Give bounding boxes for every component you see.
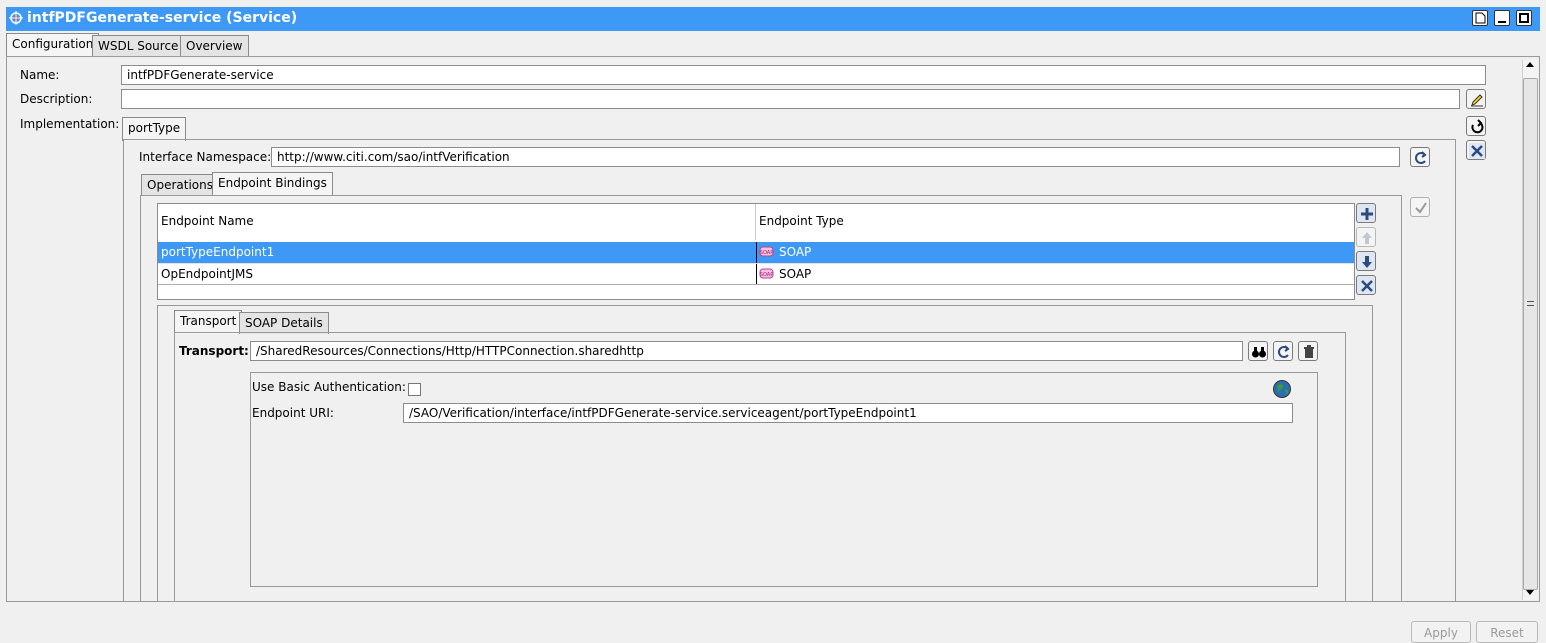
detach-button[interactable] bbox=[1472, 10, 1488, 26]
go-to-transport-button[interactable] bbox=[1273, 341, 1293, 361]
globe-button[interactable] bbox=[1272, 379, 1292, 399]
move-down-button[interactable] bbox=[1356, 251, 1376, 271]
column-header-endpoint-name[interactable]: Endpoint Name bbox=[158, 204, 756, 240]
undo-icon bbox=[1471, 119, 1484, 134]
maximize-icon bbox=[1519, 13, 1529, 23]
refresh-icon bbox=[1415, 151, 1427, 164]
soap-icon: SOAP bbox=[759, 268, 774, 279]
basic-auth-checkbox[interactable] bbox=[408, 383, 421, 396]
endpoint-name-cell: portTypeEndpoint1 bbox=[161, 245, 275, 259]
arrow-up-icon bbox=[1362, 232, 1372, 244]
minimize-icon bbox=[1498, 21, 1506, 23]
tab-soap-details[interactable]: SOAP Details bbox=[239, 312, 329, 334]
plus-icon bbox=[1361, 208, 1373, 220]
svg-text:SOAP: SOAP bbox=[760, 272, 773, 278]
namespace-refresh-button[interactable] bbox=[1410, 147, 1430, 167]
endpoints-table: Endpoint Name Endpoint Type portTypeEndp… bbox=[157, 203, 1355, 300]
name-label: Name: bbox=[20, 68, 60, 82]
endpoint-uri-field[interactable]: /SAO/Verification/interface/intfPDFGener… bbox=[403, 403, 1293, 423]
description-label: Description: bbox=[20, 92, 93, 106]
svg-text:SOAP: SOAP bbox=[760, 250, 773, 256]
interface-namespace-field[interactable]: http://www.citi.com/sao/intfVerification bbox=[271, 147, 1400, 167]
tab-operations[interactable]: Operations bbox=[141, 174, 219, 196]
description-field[interactable] bbox=[121, 89, 1460, 109]
trash-icon bbox=[1304, 345, 1314, 358]
arrow-down-icon bbox=[1362, 256, 1372, 268]
move-up-button[interactable] bbox=[1356, 227, 1376, 247]
edit-description-button[interactable] bbox=[1466, 89, 1486, 109]
tab-endpoint-bindings[interactable]: Endpoint Bindings bbox=[212, 172, 333, 196]
apply-check-button[interactable] bbox=[1410, 197, 1430, 217]
endpoint-type-cell: SOAP bbox=[756, 264, 1354, 285]
service-icon bbox=[9, 11, 23, 25]
grip-icon bbox=[1527, 301, 1534, 306]
delete-endpoint-button[interactable] bbox=[1356, 275, 1376, 295]
tab-configuration[interactable]: Configuration bbox=[6, 33, 100, 57]
endpoint-type-text: SOAP bbox=[779, 245, 812, 259]
table-row[interactable]: portTypeEndpoint1 SOAP SOAP bbox=[158, 242, 1354, 263]
table-divider bbox=[158, 284, 1354, 285]
interface-namespace-label: Interface Namespace: bbox=[139, 150, 272, 164]
close-icon bbox=[1361, 280, 1373, 292]
globe-icon bbox=[1273, 380, 1291, 398]
transport-field[interactable]: /SharedResources/Connections/Http/HTTPCo… bbox=[250, 341, 1243, 361]
add-endpoint-button[interactable] bbox=[1356, 203, 1376, 223]
maximize-button[interactable] bbox=[1516, 10, 1532, 26]
close-icon bbox=[1469, 143, 1485, 159]
refresh-icon bbox=[1278, 345, 1290, 358]
window-title: intfPDFGenerate-service (Service) bbox=[27, 10, 298, 26]
document-icon bbox=[1475, 12, 1486, 24]
soap-icon: SOAP bbox=[759, 246, 774, 257]
clear-transport-button[interactable] bbox=[1298, 341, 1318, 361]
scrollbar-thumb[interactable] bbox=[1523, 78, 1538, 590]
transport-label: Transport: bbox=[179, 344, 249, 358]
minimize-button[interactable] bbox=[1494, 10, 1510, 26]
tab-transport[interactable]: Transport bbox=[174, 310, 243, 334]
scroll-up-icon[interactable] bbox=[1526, 62, 1534, 67]
tab-porttype[interactable]: portType bbox=[122, 117, 187, 141]
reset-button[interactable]: Reset bbox=[1476, 621, 1538, 643]
binoculars-icon bbox=[1252, 347, 1266, 358]
pencil-icon bbox=[1471, 94, 1483, 107]
browse-transport-button[interactable] bbox=[1248, 341, 1268, 361]
tab-wsdl-source[interactable]: WSDL Source bbox=[92, 35, 185, 57]
endpoint-type-cell: SOAP bbox=[756, 242, 1354, 263]
apply-button[interactable]: Apply bbox=[1411, 621, 1471, 643]
endpoint-uri-label: Endpoint URI: bbox=[252, 406, 334, 420]
table-row[interactable]: OpEndpointJMS SOAP SOAP bbox=[158, 263, 1354, 285]
refresh-implementation-button[interactable] bbox=[1466, 116, 1486, 136]
basic-auth-label: Use Basic Authentication: bbox=[252, 380, 406, 394]
implementation-label: Implementation: bbox=[20, 117, 120, 131]
remove-implementation-button[interactable] bbox=[1466, 140, 1486, 160]
window-title-bar: intfPDFGenerate-service (Service) bbox=[6, 7, 1540, 31]
name-field[interactable]: intfPDFGenerate-service bbox=[121, 65, 1486, 85]
vertical-scrollbar[interactable] bbox=[1522, 60, 1538, 600]
scroll-down-icon[interactable] bbox=[1526, 590, 1534, 595]
column-header-endpoint-type[interactable]: Endpoint Type bbox=[756, 204, 1354, 240]
endpoint-type-text: SOAP bbox=[779, 267, 812, 281]
endpoint-name-cell: OpEndpointJMS bbox=[161, 267, 253, 281]
checkmark-icon bbox=[1415, 202, 1427, 214]
tab-overview[interactable]: Overview bbox=[180, 35, 249, 57]
